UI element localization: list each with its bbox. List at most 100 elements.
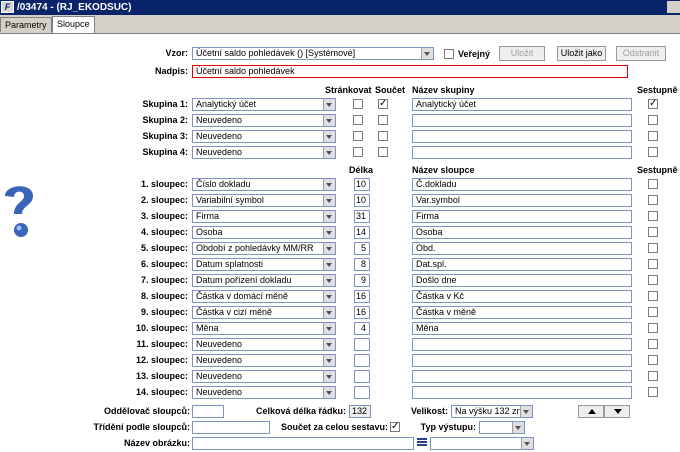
window-control-button[interactable]	[667, 1, 680, 13]
list-icon[interactable]	[417, 437, 427, 449]
soucet-checkbox[interactable]	[378, 131, 388, 141]
column-select[interactable]: Firma	[192, 210, 336, 223]
verejny-checkbox[interactable]	[444, 49, 454, 59]
column-name-input[interactable]: Částka v měně	[412, 306, 632, 319]
trideni-input[interactable]	[192, 421, 270, 434]
group-select[interactable]: Neuvedeno	[192, 146, 336, 159]
column-length-input[interactable]: 10	[354, 178, 370, 191]
column-name-input[interactable]	[412, 370, 632, 383]
strankovat-checkbox[interactable]	[353, 115, 363, 125]
column-sestupne-checkbox[interactable]	[648, 259, 658, 269]
column-name-input[interactable]: Měna	[412, 322, 632, 335]
column-sestupne-checkbox[interactable]	[648, 307, 658, 317]
column-length-input[interactable]	[354, 354, 370, 367]
oddelovac-input[interactable]	[192, 405, 224, 418]
column-name-input[interactable]	[412, 354, 632, 367]
nadpis-input[interactable]: Účetní saldo pohledávek	[192, 65, 628, 78]
velikost-select[interactable]: Na výšku 132 zn.	[451, 405, 533, 418]
soucet-checkbox[interactable]	[378, 147, 388, 157]
tab-parametry[interactable]: Parametry	[0, 17, 52, 32]
column-value: Datum pořízení dokladu	[196, 275, 292, 285]
column-select[interactable]: Neuvedeno	[192, 354, 336, 367]
column-sestupne-checkbox[interactable]	[648, 275, 658, 285]
column-sestupne-checkbox[interactable]	[648, 323, 658, 333]
column-name-input[interactable]: Obd.	[412, 242, 632, 255]
column-sestupne-checkbox[interactable]	[648, 291, 658, 301]
column-length-input[interactable]: 4	[354, 322, 370, 335]
group-sestupne-checkbox[interactable]	[648, 115, 658, 125]
column-select[interactable]: Datum splatnosti	[192, 258, 336, 271]
strankovat-checkbox[interactable]	[353, 147, 363, 157]
group-name-input[interactable]	[412, 114, 632, 127]
group-select[interactable]: Analytický účet	[192, 98, 336, 111]
group-name-input[interactable]: Analytický účet	[412, 98, 632, 111]
column-name-input[interactable]	[412, 386, 632, 399]
column-length-input[interactable]	[354, 370, 370, 383]
column-select[interactable]: Neuvedeno	[192, 338, 336, 351]
column-name-input[interactable]: Firma	[412, 210, 632, 223]
column-length-input[interactable]	[354, 338, 370, 351]
column-sestupne-checkbox[interactable]	[648, 371, 658, 381]
column-sestupne-checkbox[interactable]	[648, 387, 658, 397]
column-name-input[interactable]: Došlo dne	[412, 274, 632, 287]
column-sestupne-checkbox[interactable]	[648, 355, 658, 365]
column-name-input[interactable]: Dat.spl.	[412, 258, 632, 271]
column-name-input[interactable]: Částka v Kč	[412, 290, 632, 303]
column-length-input[interactable]: 8	[354, 258, 370, 271]
column-sestupne-checkbox[interactable]	[648, 227, 658, 237]
column-sestupne-checkbox[interactable]	[648, 211, 658, 221]
column-length-input[interactable]: 16	[354, 306, 370, 319]
soucet-checkbox[interactable]: ✓	[378, 99, 388, 109]
group-sestupne-checkbox[interactable]	[648, 147, 658, 157]
column-length-input[interactable]: 9	[354, 274, 370, 287]
move-down-button[interactable]	[604, 405, 630, 418]
column-length-input[interactable]: 31	[354, 210, 370, 223]
column-select[interactable]: Částka v cizí měně	[192, 306, 336, 319]
column-select[interactable]: Datum pořízení dokladu	[192, 274, 336, 287]
group-label: Skupina 2:	[142, 115, 188, 125]
ulozit-button[interactable]: Uložit	[499, 46, 545, 61]
column-sestupne-checkbox[interactable]	[648, 339, 658, 349]
vzor-select[interactable]: Účetní saldo pohledávek () [Systémové]	[192, 47, 434, 60]
column-length-input[interactable]: 5	[354, 242, 370, 255]
column-select[interactable]: Osoba	[192, 226, 336, 239]
strankovat-checkbox[interactable]	[353, 131, 363, 141]
group-name-input[interactable]	[412, 130, 632, 143]
column-select[interactable]: Období z pohledávky MM/RR	[192, 242, 336, 255]
column-length-input[interactable]: 10	[354, 194, 370, 207]
column-length-input[interactable]: 14	[354, 226, 370, 239]
column-select[interactable]: Číslo dokladu	[192, 178, 336, 191]
column-name-input[interactable]: Č.dokladu	[412, 178, 632, 191]
column-select[interactable]: Měna	[192, 322, 336, 335]
soucet-checkbox[interactable]	[378, 115, 388, 125]
column-value: Neuvedeno	[196, 339, 243, 349]
column-sestupne-checkbox[interactable]	[648, 179, 658, 189]
typ-vystupu-select[interactable]	[479, 421, 525, 434]
help-icon[interactable]	[0, 178, 40, 238]
odstranit-button[interactable]: Odstranit	[616, 46, 666, 61]
group-select[interactable]: Neuvedeno	[192, 114, 336, 127]
column-name-input[interactable]	[412, 338, 632, 351]
obrazek-select[interactable]	[430, 437, 534, 450]
soucet-sestavy-checkbox[interactable]: ✓	[390, 422, 400, 432]
group-select[interactable]: Neuvedeno	[192, 130, 336, 143]
column-name-input[interactable]: Osoba	[412, 226, 632, 239]
group-sestupne-checkbox[interactable]: ✓	[648, 99, 658, 109]
tab-sloupce[interactable]: Sloupce	[52, 16, 95, 33]
column-length-input[interactable]: 16	[354, 290, 370, 303]
ulozit-jako-button[interactable]: Uložit jako	[557, 46, 606, 61]
group-sestupne-checkbox[interactable]	[648, 131, 658, 141]
column-sestupne-checkbox[interactable]	[648, 195, 658, 205]
group-name-input[interactable]	[412, 146, 632, 159]
column-name-input[interactable]: Var.symbol	[412, 194, 632, 207]
column-select[interactable]: Neuvedeno	[192, 370, 336, 383]
column-select[interactable]: Variabilní symbol	[192, 194, 336, 207]
strankovat-header: Stránkovat	[325, 85, 372, 95]
move-up-button[interactable]	[578, 405, 604, 418]
column-sestupne-checkbox[interactable]	[648, 243, 658, 253]
nazev-obrazku-input[interactable]	[192, 437, 414, 450]
strankovat-checkbox[interactable]	[353, 99, 363, 109]
column-select[interactable]: Neuvedeno	[192, 386, 336, 399]
column-length-input[interactable]	[354, 386, 370, 399]
column-select[interactable]: Částka v domácí měně	[192, 290, 336, 303]
